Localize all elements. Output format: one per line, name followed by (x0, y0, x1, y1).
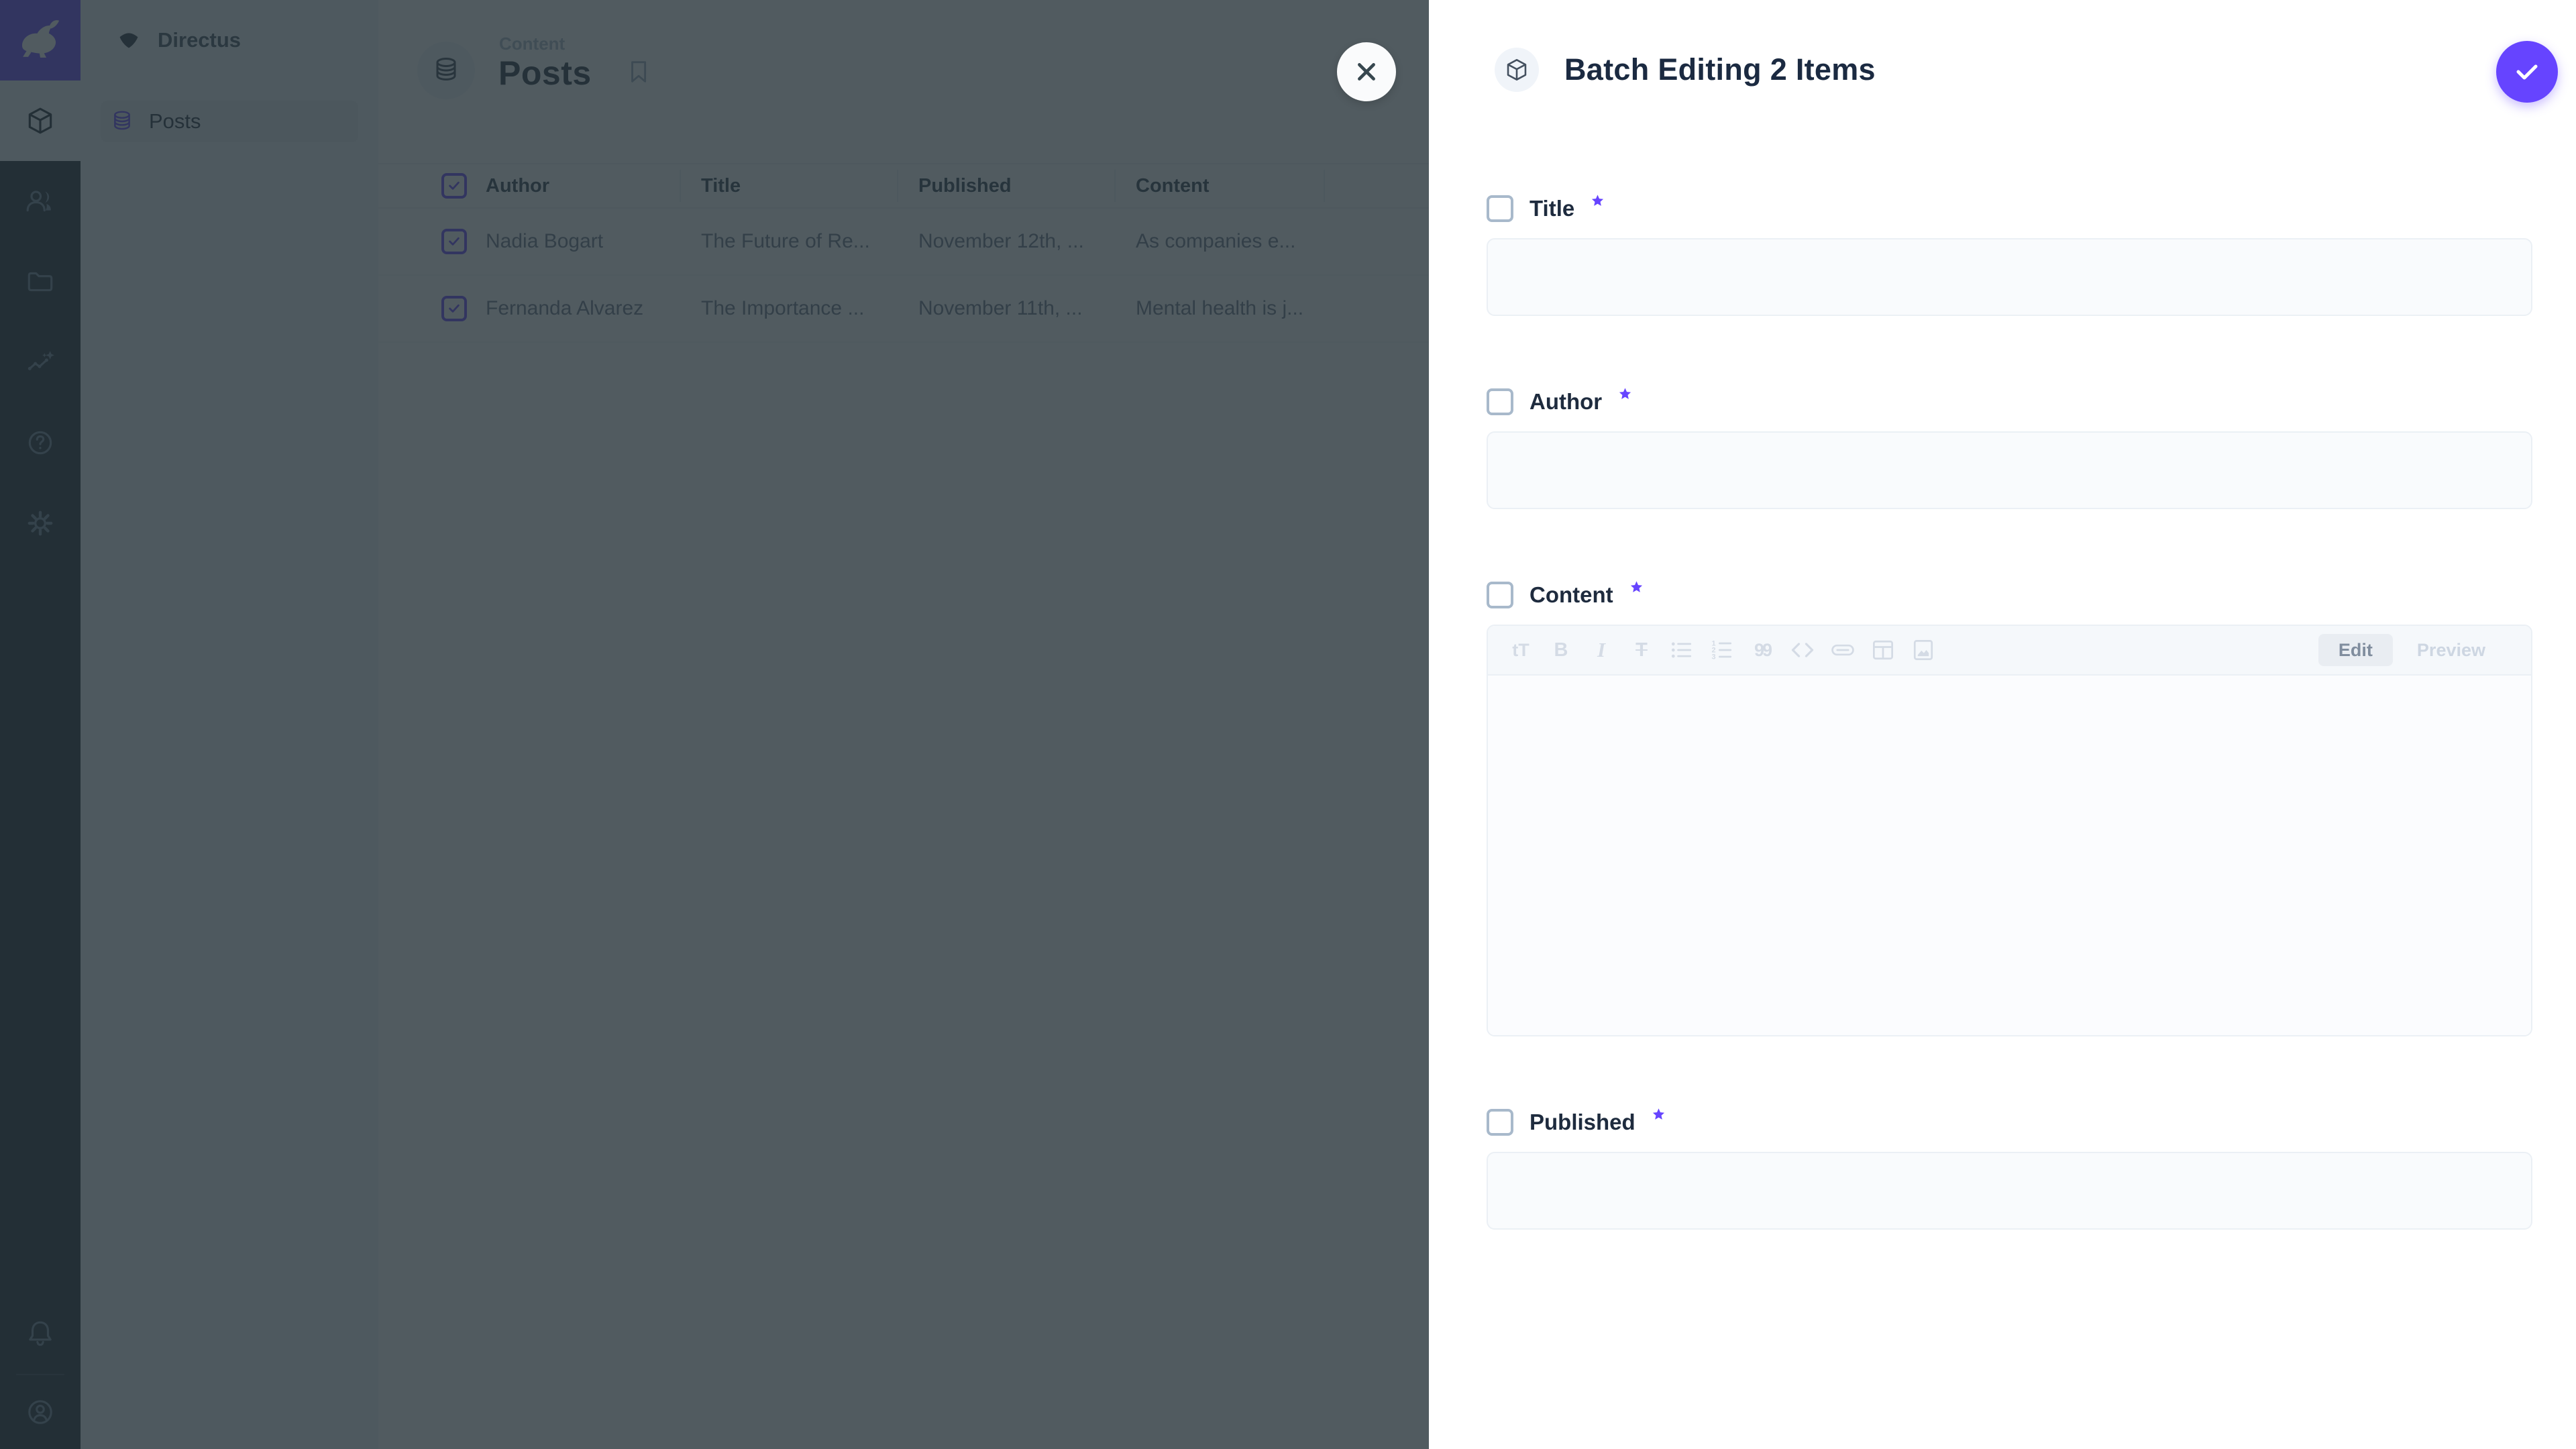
field-content: Content tT B I T 99 (1487, 579, 2532, 1036)
required-star-icon (1591, 194, 1605, 208)
field-label-row: Published (1487, 1106, 2532, 1138)
strikethrough-icon: T (1635, 639, 1648, 661)
code-icon (1789, 637, 1816, 663)
numbered-list-icon (1709, 637, 1735, 663)
required-star-icon (1629, 580, 1644, 594)
field-content-checkbox[interactable] (1487, 582, 1513, 608)
field-title-checkbox[interactable] (1487, 195, 1513, 222)
bold-button[interactable]: B (1544, 635, 1578, 665)
field-label: Author (1529, 389, 1602, 415)
blockquote-button[interactable]: 99 (1746, 635, 1779, 665)
markdown-toolbar: tT B I T 99 Edit Preview (1488, 626, 2531, 676)
batch-edit-drawer: Batch Editing 2 Items Title Author (1429, 0, 2576, 1449)
field-published: Published (1487, 1106, 2532, 1230)
tab-edit[interactable]: Edit (2318, 634, 2393, 666)
close-icon (1353, 58, 1380, 85)
blockquote-icon: 99 (1754, 640, 1770, 661)
drawer-overlay[interactable] (0, 0, 1429, 1449)
italic-icon: I (1597, 638, 1605, 662)
drawer-header-badge (1495, 48, 1539, 92)
close-drawer-button[interactable] (1337, 42, 1396, 101)
drawer-title: Batch Editing 2 Items (1564, 52, 1876, 87)
field-label-row: Content (1487, 579, 2532, 611)
insert-image-button[interactable] (1907, 635, 1940, 665)
bold-icon: B (1554, 639, 1568, 661)
required-star-icon (1652, 1108, 1666, 1122)
strikethrough-button[interactable]: T (1625, 635, 1658, 665)
field-author: Author (1487, 386, 2532, 509)
text-size-icon: tT (1512, 640, 1529, 661)
content-textarea[interactable] (1488, 676, 2531, 1035)
italic-button[interactable]: I (1585, 635, 1618, 665)
insert-table-button[interactable] (1866, 635, 1900, 665)
editor-mode-tabs: Edit Preview (2318, 634, 2506, 666)
field-label: Content (1529, 582, 1613, 608)
bulleted-list-button[interactable] (1665, 635, 1699, 665)
image-icon (1910, 637, 1937, 663)
field-label: Title (1529, 196, 1574, 221)
drawer-header: Batch Editing 2 Items (1495, 38, 2532, 102)
numbered-list-button[interactable] (1705, 635, 1739, 665)
title-input[interactable] (1487, 238, 2532, 316)
markdown-editor: tT B I T 99 Edit Preview (1487, 625, 2532, 1036)
published-input[interactable] (1487, 1152, 2532, 1230)
box-icon (1504, 57, 1529, 83)
save-button[interactable] (2496, 41, 2558, 103)
check-icon (2512, 57, 2542, 87)
link-icon (1829, 637, 1856, 663)
field-title: Title (1487, 193, 2532, 316)
code-button[interactable] (1786, 635, 1819, 665)
field-label-row: Title (1487, 193, 2532, 225)
table-icon (1870, 637, 1896, 663)
field-published-checkbox[interactable] (1487, 1109, 1513, 1136)
field-author-checkbox[interactable] (1487, 388, 1513, 415)
text-size-button[interactable]: tT (1504, 635, 1538, 665)
author-input[interactable] (1487, 431, 2532, 509)
drawer-fields: Title Author Content (1487, 193, 2532, 1230)
tab-preview[interactable]: Preview (2397, 634, 2506, 666)
required-star-icon (1618, 387, 1632, 401)
field-label: Published (1529, 1110, 1635, 1135)
bulleted-list-icon (1668, 637, 1695, 663)
field-label-row: Author (1487, 386, 2532, 418)
app-root: Directus Posts Content Posts Author Titl… (0, 0, 2576, 1449)
link-button[interactable] (1826, 635, 1860, 665)
